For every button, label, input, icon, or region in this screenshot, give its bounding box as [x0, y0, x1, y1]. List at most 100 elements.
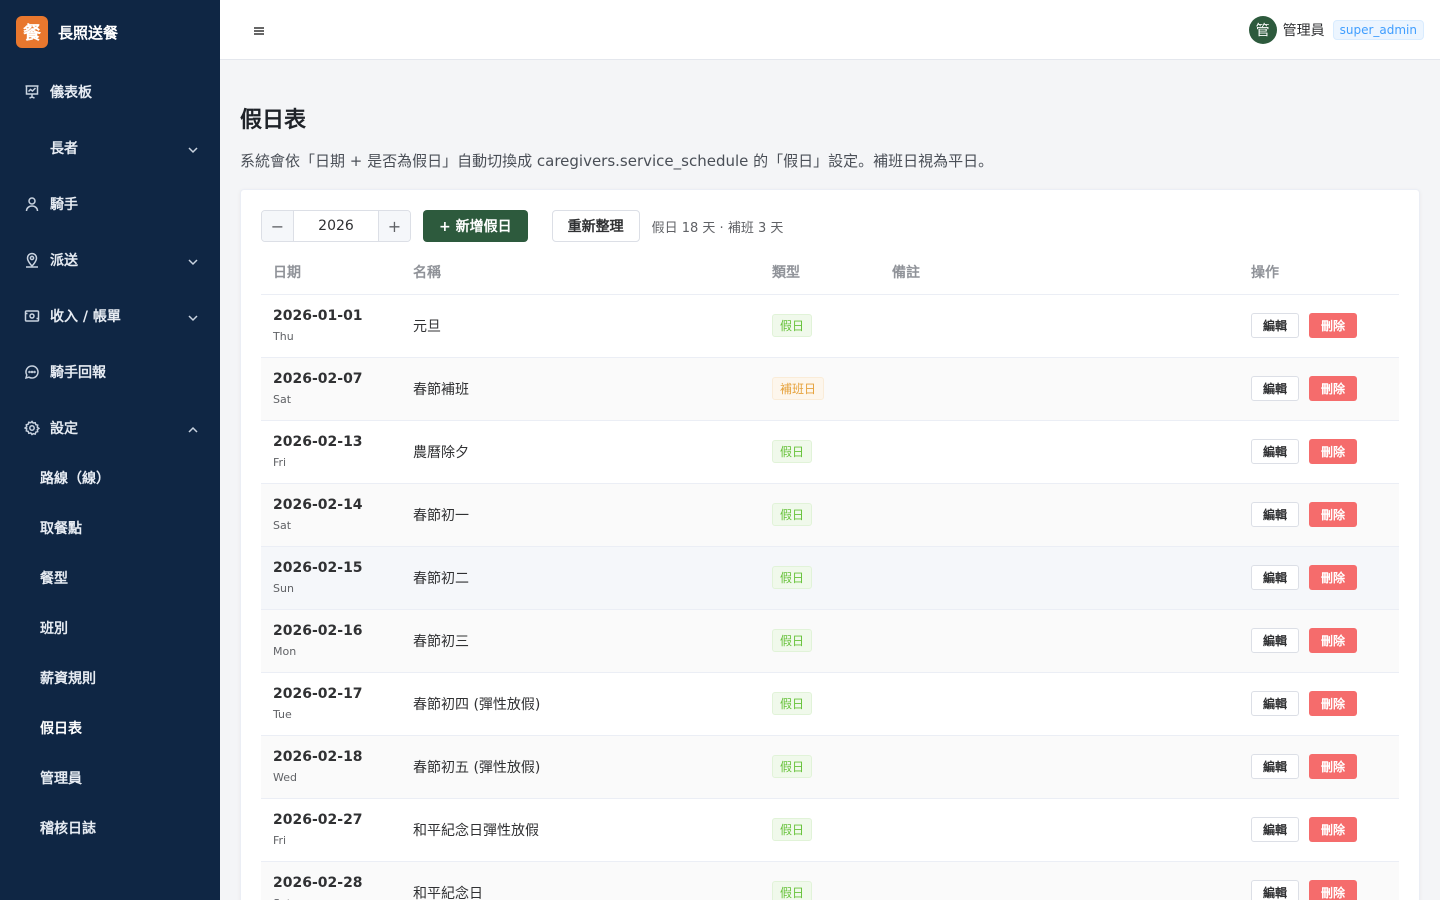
column-header-type[interactable]: 類型 [760, 262, 880, 295]
weekday-value: Fri [273, 834, 287, 847]
gear-icon [24, 420, 40, 436]
sidebar: 餐 長照送餐 儀表板 長者 騎手 派送 收入 / 帳單 騎手回報 設定 路線（線… [0, 0, 220, 900]
year-decrement-button[interactable]: − [262, 211, 294, 241]
year-increment-button[interactable]: + [378, 211, 410, 241]
weekday-value: Fri [273, 456, 287, 469]
year-stepper: − 2026 + [261, 210, 411, 242]
type-badge: 假日 [772, 314, 813, 337]
year-input[interactable]: 2026 [294, 211, 378, 241]
user-name: 管理員 [1282, 22, 1325, 39]
delete-button[interactable]: 刪除 [1309, 565, 1358, 590]
cell-note [880, 546, 1239, 610]
sidebar-item-settings[interactable]: 設定 [0, 400, 220, 456]
sidebar-item-label: 收入 / 帳單 [50, 309, 121, 325]
chevron-down-icon [188, 255, 198, 266]
sidebar-item-billing[interactable]: 收入 / 帳單 [0, 288, 220, 344]
date-value: 2026-02-27 [273, 812, 363, 828]
chevron-down-icon [188, 143, 198, 154]
sidebar-item-label: 騎手 [50, 197, 78, 213]
column-header-name[interactable]: 名稱 [401, 262, 760, 295]
sidebar-item-dispatch[interactable]: 派送 [0, 232, 220, 288]
sidebar-subitem-admins[interactable]: 管理員 [0, 753, 220, 803]
edit-button[interactable]: 編輯 [1251, 376, 1300, 401]
sidebar-subitem-pay-rules[interactable]: 薪資規則 [0, 653, 220, 703]
cell-name: 春節初三 [401, 609, 760, 673]
cell-note [880, 609, 1239, 673]
edit-button[interactable]: 編輯 [1251, 817, 1300, 842]
cell-note [880, 357, 1239, 421]
delete-button[interactable]: 刪除 [1309, 439, 1358, 464]
edit-button[interactable]: 編輯 [1251, 439, 1300, 464]
date-value: 2026-02-16 [273, 623, 363, 639]
delete-button[interactable]: 刪除 [1309, 754, 1358, 779]
cell-name: 農曆除夕 [401, 420, 760, 484]
cell-type: 假日 [760, 420, 880, 484]
cell-note [880, 861, 1239, 900]
sidebar-subitem-holidays[interactable]: 假日表 [0, 703, 220, 753]
type-badge: 假日 [772, 881, 813, 900]
brand[interactable]: 餐 長照送餐 [0, 0, 220, 64]
sidebar-item-dashboard[interactable]: 儀表板 [0, 64, 220, 120]
edit-button[interactable]: 編輯 [1251, 565, 1300, 590]
cell-name: 春節初四 (彈性放假) [401, 672, 760, 736]
cell-date: 2026-02-07 Sat [261, 357, 401, 421]
delete-button[interactable]: 刪除 [1309, 691, 1358, 716]
holiday-card: − 2026 + + 新增假日 重新整理 假日 18 天 · 補班 3 天 日期… [240, 189, 1420, 900]
delete-button[interactable]: 刪除 [1309, 376, 1358, 401]
sidebar-subitem-shifts[interactable]: 班別 [0, 603, 220, 653]
delete-button[interactable]: 刪除 [1309, 628, 1358, 653]
page-description: 系統會依「日期 + 是否為假日」自動切換成 caregivers.service… [240, 152, 994, 170]
cell-date: 2026-02-27 Fri [261, 798, 401, 862]
edit-button[interactable]: 編輯 [1251, 691, 1300, 716]
sidebar-subitem-pickup-points[interactable]: 取餐點 [0, 503, 220, 553]
sidebar-subitem-audit-log[interactable]: 稽核日誌 [0, 803, 220, 853]
type-badge: 假日 [772, 566, 813, 589]
edit-button[interactable]: 編輯 [1251, 313, 1300, 338]
type-badge: 假日 [772, 440, 813, 463]
cell-type: 假日 [760, 546, 880, 610]
cell-name: 春節初一 [401, 483, 760, 547]
table-row: 2026-02-18 Wed 春節初五 (彈性放假) 假日 編輯 刪除 [261, 735, 1399, 799]
user-menu[interactable]: 管 管理員 super_admin [1248, 15, 1424, 44]
brand-name: 長照送餐 [58, 23, 119, 42]
sidebar-item-elders[interactable]: 長者 [0, 120, 220, 176]
cell-actions: 編輯 刪除 [1239, 672, 1399, 736]
cell-date: 2026-02-28Sat [261, 861, 401, 900]
type-badge: 補班日 [772, 377, 825, 400]
edit-button[interactable]: 編輯 [1251, 628, 1300, 653]
column-header-date[interactable]: 日期 [261, 262, 401, 295]
sidebar-item-label: 騎手回報 [50, 365, 106, 381]
table-row: 2026-02-17 Tue 春節初四 (彈性放假) 假日 編輯 刪除 [261, 672, 1399, 736]
cell-date: 2026-02-14 Sat [261, 483, 401, 547]
edit-button[interactable]: 編輯 [1251, 754, 1300, 779]
menu-toggle-icon[interactable] [252, 23, 266, 37]
sidebar-item-rider-reports[interactable]: 騎手回報 [0, 344, 220, 400]
edit-button[interactable]: 編輯 [1251, 880, 1300, 900]
cell-name: 元旦 [401, 294, 760, 358]
delete-button[interactable]: 刪除 [1309, 313, 1358, 338]
refresh-button[interactable]: 重新整理 [551, 210, 640, 242]
sidebar-subitem-routes[interactable]: 路線（線） [0, 453, 220, 503]
sidebar-item-label: 派送 [50, 253, 78, 269]
cell-actions: 編輯 刪除 [1239, 357, 1399, 421]
delete-button[interactable]: 刪除 [1309, 817, 1358, 842]
page-title: 假日表 [240, 108, 307, 133]
column-header-note[interactable]: 備註 [880, 262, 1239, 295]
edit-button[interactable]: 編輯 [1251, 502, 1300, 527]
cell-type: 假日 [760, 294, 880, 358]
add-holiday-button[interactable]: + 新增假日 [423, 210, 528, 242]
cell-name: 春節補班 [401, 357, 760, 421]
sidebar-item-label: 長者 [50, 141, 78, 157]
delete-button[interactable]: 刪除 [1309, 502, 1358, 527]
date-value: 2026-01-01 [273, 308, 363, 324]
delete-button[interactable]: 刪除 [1309, 880, 1358, 900]
date-value: 2026-02-15 [273, 560, 363, 576]
cell-type: 假日 [760, 861, 880, 900]
sidebar-subitem-meal-types[interactable]: 餐型 [0, 553, 220, 603]
sidebar-item-riders[interactable]: 騎手 [0, 176, 220, 232]
cell-actions: 編輯 刪除 [1239, 735, 1399, 799]
sidebar-item-label: 儀表板 [50, 85, 92, 101]
cell-actions: 編輯 刪除 [1239, 483, 1399, 547]
table-row: 2026-02-07 Sat 春節補班 補班日 編輯 刪除 [261, 357, 1399, 421]
table-row: 2026-02-15 Sun 春節初二 假日 編輯 刪除 [261, 546, 1399, 610]
